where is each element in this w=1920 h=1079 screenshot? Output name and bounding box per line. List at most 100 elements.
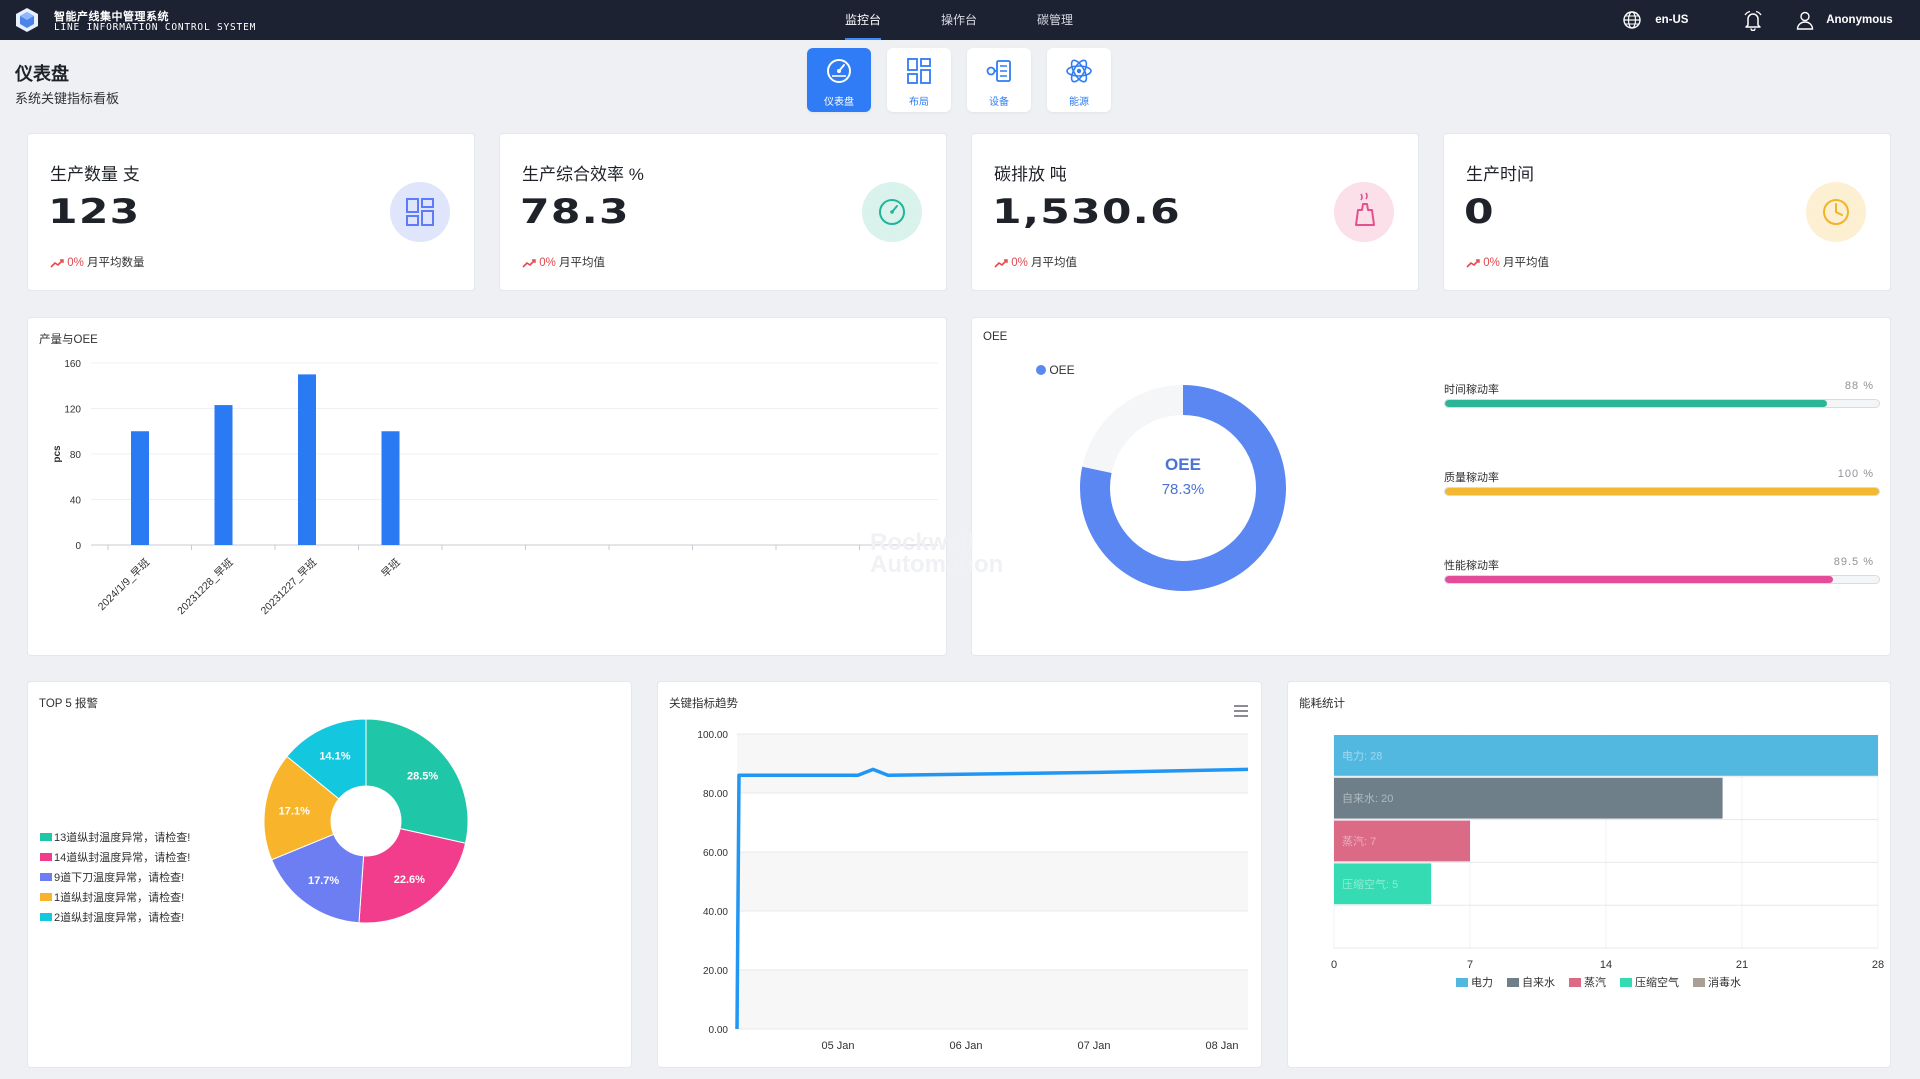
legend-label: 14道纵封温度异常，请检查! xyxy=(54,852,191,864)
metric-value-performance: 89.5 % xyxy=(1833,556,1874,568)
legend-label: 13道纵封温度异常，请检查! xyxy=(54,832,191,844)
nav-operation[interactable]: 操作台 xyxy=(941,0,977,40)
trend-up-icon xyxy=(994,259,1008,268)
bar xyxy=(131,431,149,545)
nav-carbon[interactable]: 碳管理 xyxy=(1037,0,1073,40)
module-layout-button[interactable]: 布局 xyxy=(887,48,951,112)
language-switch[interactable]: en-US xyxy=(1622,0,1688,40)
device-icon xyxy=(986,60,1011,82)
module-device-button[interactable]: 设备 xyxy=(967,48,1031,112)
panel-title: OEE xyxy=(983,331,1008,343)
nav-monitor[interactable]: 监控台 xyxy=(845,0,882,40)
top-bar: 智能产线集中管理系统 LINE INFORMATION CONTROL SYST… xyxy=(0,0,1920,40)
legend-swatch xyxy=(1693,978,1705,987)
bar-label: 电力: 28 xyxy=(1342,749,1382,762)
kpi-trend-text: 月平均数量 xyxy=(87,257,145,269)
bar xyxy=(214,405,233,545)
kpi-trend-text: 月平均值 xyxy=(1031,257,1078,269)
slice-label: 14.1% xyxy=(319,750,350,762)
bar-label: 消毒水: 0 xyxy=(1342,920,1387,934)
module-energy-button[interactable]: 能源 xyxy=(1047,48,1111,112)
kpi-value: 0 xyxy=(1464,192,1495,232)
x-tick-label: 14 xyxy=(1600,959,1612,971)
y-axis-label: pcs xyxy=(52,445,63,463)
production-bar-chart: 0 40 80 120 160 pcs 2024/1/9_早班 20231228_早班 2023… xyxy=(52,359,944,617)
y-tick-label: 80.00 xyxy=(703,789,728,800)
bar xyxy=(298,374,316,545)
bar-label: 自来水: 20 xyxy=(1342,792,1393,805)
legend-label: 2道纵封温度异常，请检查! xyxy=(54,912,185,924)
notification-button[interactable] xyxy=(1742,0,1764,40)
x-tick-label: 08 Jan xyxy=(1205,1040,1238,1052)
legend-swatch xyxy=(40,913,52,921)
oee-donut-chart xyxy=(1080,385,1286,591)
legend-label: 1道纵封温度异常，请检查! xyxy=(54,892,185,904)
module-device-label: 设备 xyxy=(989,97,1009,108)
legend-swatch xyxy=(40,893,52,901)
legend-dot-icon xyxy=(1036,365,1046,375)
kpi-trend-text: 月平均值 xyxy=(1503,257,1550,269)
layout-icon xyxy=(907,58,931,84)
energy-panel: 能耗统计 0 7 14 21 28 电力: 28 自来水: 20 蒸汽: 7 压缩空气: 5 消毒… xyxy=(1287,681,1891,1068)
legend-item[interactable]: 13道纵封温度异常，请检查! xyxy=(40,829,190,845)
module-dashboard-button[interactable]: 仪表盘 xyxy=(807,48,871,112)
legend-item[interactable]: 9道下刀温度异常，请检查! xyxy=(40,869,184,885)
slice-label: 17.7% xyxy=(308,875,339,887)
user-menu[interactable]: Anonymous xyxy=(1795,0,1893,40)
bar xyxy=(381,431,400,545)
legend-label: 电力 xyxy=(1471,976,1493,989)
metric-bar-performance xyxy=(1444,575,1880,584)
kpi-label: 生产综合效率 % xyxy=(522,165,644,184)
oee-center-label: OEE xyxy=(1165,455,1201,474)
module-layout-label: 布局 xyxy=(909,97,929,108)
user-icon xyxy=(1796,11,1814,30)
slice-label: 22.6% xyxy=(394,874,425,886)
legend-swatch xyxy=(40,873,52,881)
gauge-icon xyxy=(827,59,851,83)
y-tick-label: 160 xyxy=(64,359,81,370)
y-tick-label: 0 xyxy=(75,541,81,552)
y-tick-label: 40 xyxy=(70,496,82,507)
y-tick-label: 120 xyxy=(64,405,81,416)
user-name: Anonymous xyxy=(1826,14,1893,26)
trend-panel: 关键指标趋势 0.00 20.00 40.00 60.00 80.00 100.00 05 … xyxy=(657,681,1262,1068)
legend-item[interactable]: 14道纵封温度异常，请检查! xyxy=(40,849,190,865)
legend-item[interactable]: 1道纵封温度异常，请检查! xyxy=(40,889,184,905)
bar-label: 蒸汽: 7 xyxy=(1342,834,1376,848)
kpi-card-production-time: 生产时间 0 0% 月平均值 xyxy=(1443,133,1891,291)
brand-subtitle: LINE INFORMATION CONTROL SYSTEM xyxy=(54,22,257,33)
metric-label-performance: 性能稼动率 xyxy=(1444,560,1499,572)
language-label: en-US xyxy=(1655,14,1689,26)
x-tick-label: 05 Jan xyxy=(821,1040,854,1052)
kpi-trend-pct: 0% xyxy=(539,257,556,269)
kpi-label: 生产数量 支 xyxy=(50,165,140,184)
y-tick-label: 0.00 xyxy=(709,1025,729,1036)
kpi-trend-text: 月平均值 xyxy=(559,257,606,269)
slice-label: 28.5% xyxy=(407,771,438,783)
grid-band xyxy=(737,911,1248,970)
legend-item[interactable]: 2道纵封温度异常，请检查! xyxy=(40,909,184,925)
kpi-trend: 0% 月平均数量 xyxy=(50,254,145,270)
x-tick-label: 20231227_早班 xyxy=(259,556,320,617)
atom-icon xyxy=(1066,59,1092,83)
bar-label: 压缩空气: 5 xyxy=(1342,877,1398,891)
kpi-value: 123 xyxy=(48,192,141,232)
x-tick-label: 07 Jan xyxy=(1077,1040,1110,1052)
energy-bar-chart: 0 7 14 21 28 电力: 28 自来水: 20 蒸汽: 7 压缩空气: 5 消毒水: 0 电… xyxy=(1331,734,1884,989)
kpi-card-carbon: 碳排放 吨 1,530.6 0% 月平均值 xyxy=(971,133,1419,291)
kpi-card-production-count: 生产数量 支 123 0% 月平均数量 xyxy=(27,133,475,291)
metric-value-quality: 100 % xyxy=(1837,468,1874,480)
kpi-trend-pct: 0% xyxy=(1483,257,1500,269)
kpi-trend: 0% 月平均值 xyxy=(1466,254,1549,270)
legend-label: 压缩空气 xyxy=(1635,975,1679,989)
x-tick-label: 7 xyxy=(1467,959,1473,971)
y-tick-label: 60.00 xyxy=(703,848,728,859)
legend-label: 蒸汽 xyxy=(1584,975,1606,989)
alarm-panel: TOP 5 报警 13道纵封温度异常，请检查! 14道纵封温度异常，请检查! 9道下… xyxy=(27,681,632,1068)
kpi-label: 碳排放 吨 xyxy=(994,165,1067,184)
production-oee-panel: 产量与OEE 0 40 80 120 160 pcs 2024/1/9_早班 20231228… xyxy=(27,317,947,656)
trend-up-icon xyxy=(1466,259,1480,268)
kpi-card-oee: 生产综合效率 % 78.3 0% 月平均值 xyxy=(499,133,947,291)
x-tick-label: 0 xyxy=(1331,959,1337,971)
x-tick-label: 2024/1/9_早班 xyxy=(96,556,153,613)
